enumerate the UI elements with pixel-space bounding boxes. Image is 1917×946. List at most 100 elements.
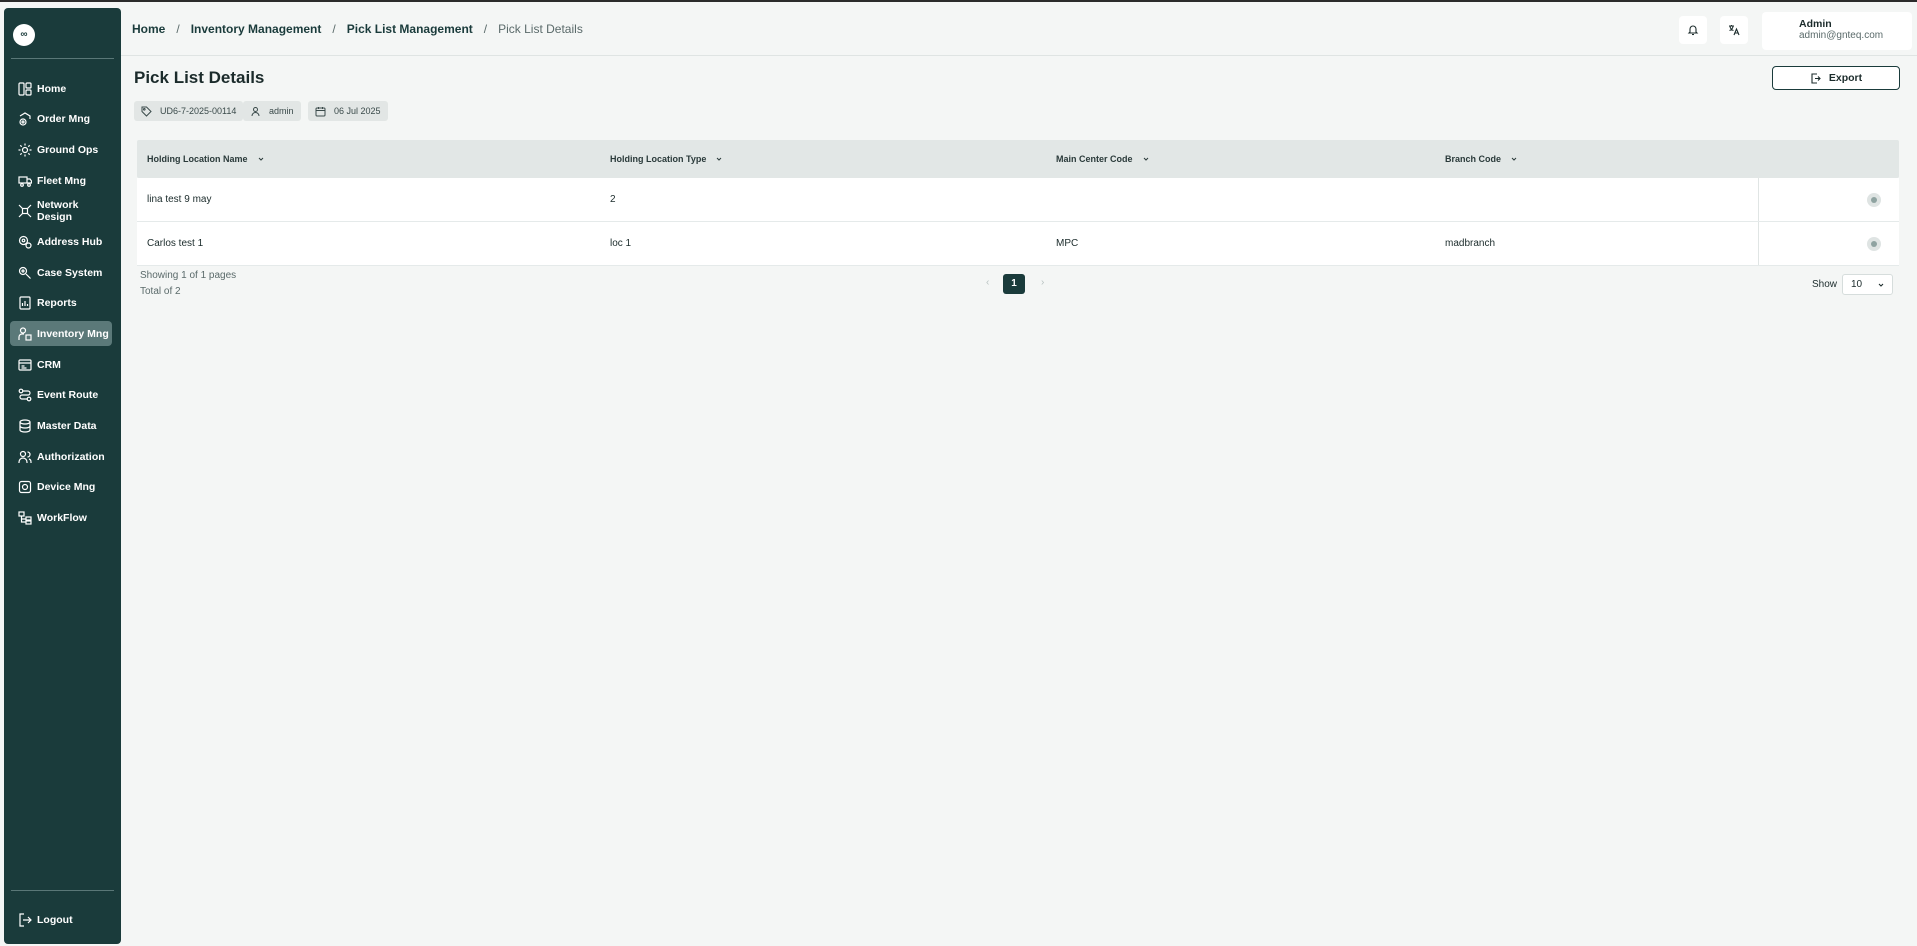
page-size-label: Show — [1812, 279, 1838, 290]
workflow-icon — [18, 510, 32, 525]
export-icon — [1811, 72, 1821, 84]
picklist-id-chip: UD6-7-2025-00114 — [134, 101, 244, 121]
sidebar-item-device-mng[interactable]: Device Mng — [10, 474, 112, 499]
network-icon — [18, 204, 32, 217]
sidebar-item-crm[interactable]: CRM — [10, 352, 112, 377]
page-title: Pick List Details — [134, 68, 265, 87]
column-header-holding-location-type[interactable]: Holding Location Type — [610, 154, 723, 164]
breadcrumb-separator: / — [176, 22, 180, 36]
breadcrumb-inventory-management[interactable]: Inventory Management — [191, 22, 322, 36]
cell-holding-location-type: 2 — [610, 194, 616, 205]
export-button[interactable]: Export — [1772, 66, 1900, 90]
pagination-total: Total of 2 — [140, 286, 181, 297]
sun-gear-icon — [18, 143, 32, 156]
pagination-showing: Showing 1 of 1 pages — [140, 270, 237, 281]
logout-icon — [19, 912, 32, 927]
sidebar-item-label: Device Mng — [37, 480, 96, 493]
sidebar-item-label: Reports — [37, 296, 77, 309]
breadcrumb-separator: / — [483, 22, 488, 36]
chevron-down-icon — [1878, 283, 1884, 287]
sidebar-item-workflow[interactable]: WorkFlow — [10, 505, 112, 530]
logout-button[interactable]: Logout — [10, 907, 112, 932]
sidebar-item-label: Fleet Mng — [37, 174, 86, 187]
sidebar-item-reports[interactable]: Reports — [10, 290, 112, 315]
chevron-down-icon — [258, 157, 263, 161]
cell-holding-location-type: loc 1 — [610, 238, 632, 249]
breadcrumb-pick-list-management[interactable]: Pick List Management — [347, 22, 473, 36]
sidebar-item-inventory-mng[interactable]: Inventory Mng — [10, 321, 112, 346]
sidebar-divider — [11, 890, 114, 891]
sidebar-item-label: Home — [37, 82, 67, 95]
sidebar-item-case-system[interactable]: Case System — [10, 260, 112, 285]
bell-icon — [1687, 25, 1699, 36]
table-row[interactable]: lina test 9 may 2 — [137, 178, 1899, 222]
cell-holding-location-name: lina test 9 may — [147, 194, 212, 205]
truck-icon — [18, 175, 32, 187]
sidebar-item-label: Network Design — [37, 198, 79, 223]
chevron-down-icon — [716, 157, 722, 161]
sidebar-item-label: WorkFlow — [37, 511, 87, 524]
sidebar-item-home[interactable]: Home — [10, 76, 112, 101]
sidebar-item-label: Inventory Mng — [37, 327, 109, 340]
chevron-down-icon — [1143, 157, 1148, 161]
chevron-down-icon — [1511, 157, 1517, 161]
column-header-main-center-code[interactable]: Main Center Code — [1056, 154, 1150, 164]
row-info-button[interactable] — [1867, 193, 1881, 207]
sidebar-item-order-mng[interactable]: Order Mng — [10, 106, 112, 131]
column-label: Branch Code — [1445, 154, 1502, 164]
app-logo[interactable]: ∞ — [13, 24, 35, 46]
next-page-button[interactable]: › — [1041, 277, 1044, 288]
previous-page-button[interactable]: ‹ — [986, 277, 989, 288]
cell-holding-location-name: Carlos test 1 — [147, 238, 204, 249]
sidebar-item-label: Event Route — [37, 388, 99, 401]
column-header-branch-code[interactable]: Branch Code — [1445, 154, 1518, 164]
sidebar-item-authorization[interactable]: Authorization — [10, 444, 112, 469]
column-label: Main Center Code — [1056, 154, 1133, 164]
picklist-id: UD6-7-2025-00114 — [160, 106, 237, 116]
notifications-button[interactable] — [1679, 16, 1707, 44]
column-label: Holding Location Name — [147, 154, 248, 164]
sidebar-item-network-design[interactable]: Network Design — [10, 198, 112, 223]
top-header: Home / Inventory Management / Pick List … — [121, 2, 1917, 56]
case-gear-icon — [18, 266, 31, 279]
sidebar: ∞ Home Order Mng Ground Ops Fleet Mng Ne… — [4, 8, 121, 944]
map-pin-icon — [18, 235, 32, 249]
sidebar-item-address-hub[interactable]: Address Hub — [10, 229, 112, 254]
date-chip: 06 Jul 2025 — [308, 101, 388, 121]
page-size-select[interactable]: 10 — [1842, 274, 1893, 295]
row-info-button[interactable] — [1867, 237, 1881, 251]
export-label: Export — [1828, 72, 1863, 84]
sidebar-item-label: Address Hub — [37, 235, 103, 248]
sidebar-item-master-data[interactable]: Master Data — [10, 413, 112, 438]
calendar-icon — [315, 106, 326, 116]
sidebar-item-label: CRM — [37, 358, 61, 371]
column-header-holding-location-name[interactable]: Holding Location Name — [147, 154, 265, 164]
cell-main-center-code: MPC — [1056, 238, 1079, 249]
page-button-current[interactable]: 1 — [1003, 274, 1025, 294]
sidebar-item-ground-ops[interactable]: Ground Ops — [10, 137, 112, 162]
user-menu[interactable]: Admin admin@gnteq.com — [1762, 12, 1912, 50]
tag-icon — [141, 106, 152, 117]
sidebar-item-label: Master Data — [37, 419, 97, 432]
column-label: Holding Location Type — [610, 154, 707, 164]
device-gear-icon — [18, 480, 32, 493]
table-row[interactable]: Carlos test 1 loc 1 MPC madbranch — [137, 222, 1899, 266]
created-by: admin — [269, 106, 294, 116]
sidebar-divider — [11, 58, 114, 59]
user-name: Admin — [1799, 18, 1832, 30]
breadcrumb-home[interactable]: Home — [132, 22, 165, 36]
breadcrumb-separator: / — [332, 22, 336, 36]
breadcrumb-current: Pick List Details — [498, 22, 583, 36]
sidebar-item-event-route[interactable]: Event Route — [10, 382, 112, 407]
user-icon — [251, 106, 260, 116]
users-icon — [18, 450, 32, 463]
sidebar-item-label: Ground Ops — [37, 143, 99, 156]
logout-label: Logout — [37, 913, 73, 926]
database-icon — [19, 418, 31, 433]
table-header: Holding Location Name Holding Location T… — [137, 140, 1899, 178]
sidebar-item-fleet-mng[interactable]: Fleet Mng — [10, 168, 112, 193]
report-icon — [19, 295, 31, 310]
created-date: 06 Jul 2025 — [334, 106, 381, 116]
language-button[interactable] — [1720, 16, 1748, 44]
sidebar-item-label: Case System — [37, 266, 103, 279]
